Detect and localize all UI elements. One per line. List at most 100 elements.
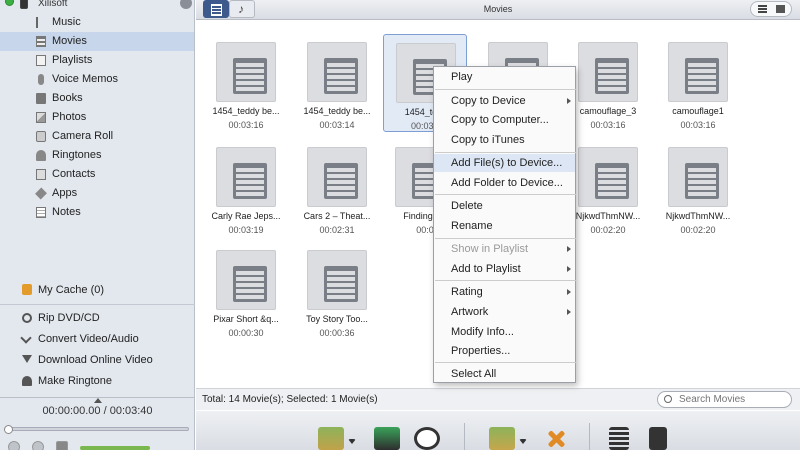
book-icon (36, 93, 46, 104)
sidebar-item-label: Camera Roll (52, 130, 114, 142)
collapse-up-icon (94, 398, 102, 403)
ringtone-bell-icon (22, 376, 32, 386)
movie-duration: 00:03:14 (319, 120, 355, 130)
make-ringtone-button[interactable]: Make Ringtone (0, 371, 195, 392)
menu-item-modify-info[interactable]: Modify Info... (434, 323, 575, 341)
movie-duration: 00:02:31 (319, 225, 355, 235)
sidebar-item-label: Notes (52, 206, 81, 218)
sidebar-item-movies[interactable]: Movies (0, 32, 194, 51)
movie-tile[interactable]: camouflage_3 00:03:16 (566, 34, 650, 132)
apps-icon (35, 187, 47, 200)
download-to-computer-icon[interactable] (374, 427, 400, 450)
movie-duration: 00:03:16 (680, 120, 716, 130)
menu-item-add-files-to-device[interactable]: Add File(s) to Device... (434, 154, 575, 172)
my-cache-item[interactable]: My Cache (0) (0, 279, 195, 301)
menu-item-rating[interactable]: Rating (434, 283, 575, 301)
movie-tile[interactable]: Carly Rae Jeps... 00:03:19 (204, 139, 288, 237)
menu-item-label: Properties... (451, 345, 511, 357)
submenu-arrow-icon (567, 289, 571, 295)
sidebar-item-label: Photos (52, 111, 87, 123)
movie-tile[interactable]: 1454_teddy be... 00:03:14 (295, 34, 379, 132)
rip-dvd-cd-button[interactable]: Rip DVD/CD (0, 308, 195, 329)
sidebar-item-apps[interactable]: Apps (0, 184, 194, 203)
tool-label: Convert Video/Audio (38, 333, 139, 345)
view-switcher (750, 1, 792, 17)
tool-label: Download Online Video (38, 354, 153, 366)
convert-dropdown-arrow-icon[interactable] (519, 439, 527, 444)
add-files-icon[interactable] (318, 427, 344, 450)
camera-icon (36, 131, 46, 142)
grid-view-icon[interactable] (776, 5, 785, 13)
sidebar-item-photos[interactable]: Photos (0, 108, 194, 127)
download-icon (22, 355, 32, 363)
device-name: Xilisoft (38, 0, 68, 9)
context-menu: Play Copy to Device Copy to Computer... … (433, 66, 576, 383)
playlist-icon (36, 55, 46, 66)
convert-icon[interactable] (489, 427, 515, 450)
search-input[interactable] (679, 393, 784, 406)
menu-item-add-to-playlist[interactable]: Add to Playlist (434, 260, 575, 278)
menu-item-select-all[interactable]: Select All (434, 365, 575, 383)
menu-item-copy-to-computer[interactable]: Copy to Computer... (434, 111, 575, 129)
movie-tile[interactable]: Toy Story Too... 00:00:36 (295, 242, 379, 340)
menu-item-artwork[interactable]: Artwork (434, 303, 575, 321)
sidebar-item-label: Playlists (52, 54, 93, 66)
menu-item-play[interactable]: Play (434, 68, 575, 86)
menu-item-properties[interactable]: Properties... (434, 342, 575, 360)
sidebar-item-contacts[interactable]: Contacts (0, 165, 194, 184)
sidebar-item-label: Voice Memos (52, 73, 119, 85)
stop-button-icon[interactable] (32, 441, 44, 450)
video-thumbnail-icon (307, 147, 367, 207)
sidebar-item-label: Music (52, 16, 81, 28)
menu-item-copy-to-itunes[interactable]: Copy to iTunes (434, 131, 575, 149)
search-box[interactable] (657, 391, 792, 408)
device-transfer-icon[interactable] (649, 427, 667, 450)
itunes-icon[interactable] (414, 427, 440, 450)
menu-separator (435, 89, 576, 90)
sidebar-item-music[interactable]: Music (0, 13, 194, 32)
menu-item-label: Add Folder to Device... (451, 177, 563, 189)
movie-tile[interactable]: Pixar Short &q... 00:00:30 (204, 242, 288, 340)
sidebar-item-label: Movies (52, 35, 87, 47)
sidebar-item-books[interactable]: Books (0, 89, 194, 108)
download-online-video-button[interactable]: Download Online Video (0, 350, 195, 371)
movie-tile[interactable]: camouflage1 00:03:16 (656, 34, 740, 132)
sidebar-item-notes[interactable]: Notes (0, 203, 194, 222)
add-dropdown-arrow-icon[interactable] (348, 439, 356, 444)
video-thumbnail-icon (216, 42, 276, 102)
movie-name: Toy Story Too... (306, 314, 368, 324)
device-header[interactable]: Xilisoft (0, 0, 194, 13)
convert-video-audio-button[interactable]: Convert Video/Audio (0, 329, 195, 350)
movie-tile[interactable]: Cars 2 – Theat... 00:02:31 (295, 139, 379, 237)
delete-icon[interactable] (543, 427, 569, 450)
playlist-export-icon[interactable] (609, 427, 629, 450)
menu-item-rename[interactable]: Rename (434, 217, 575, 235)
music-note-icon (36, 17, 46, 28)
list-view-icon[interactable] (758, 5, 767, 13)
volume-slider[interactable] (80, 446, 150, 450)
eject-icon[interactable] (180, 0, 192, 9)
menu-item-label: Show in Playlist (451, 243, 529, 255)
menu-item-delete[interactable]: Delete (434, 197, 575, 215)
sidebar-item-camera-roll[interactable]: Camera Roll (0, 127, 194, 146)
sidebar-item-voice-memos[interactable]: Voice Memos (0, 70, 194, 89)
movie-tile[interactable]: NjkwdThmNW... 00:02:20 (566, 139, 650, 237)
movie-tile[interactable]: 1454_teddy be... 00:03:16 (204, 34, 288, 132)
tool-label: Rip DVD/CD (38, 312, 100, 324)
cache-lock-icon (22, 284, 32, 295)
player-collapse-bar[interactable] (0, 397, 195, 405)
menu-item-label: Delete (451, 200, 483, 212)
seek-knob[interactable] (4, 425, 13, 434)
sidebar-item-playlists[interactable]: Playlists (0, 51, 194, 70)
play-button-icon[interactable] (8, 441, 20, 450)
menu-item-add-folder-to-device[interactable]: Add Folder to Device... (434, 174, 575, 192)
movie-duration: 00:03:16 (590, 120, 626, 130)
video-thumbnail-icon (668, 42, 728, 102)
movie-tile[interactable]: NjkwdThmNW... 00:02:20 (656, 139, 740, 237)
seek-slider[interactable] (4, 425, 189, 434)
status-text: Total: 14 Movie(s); Selected: 1 Movie(s) (202, 394, 378, 405)
submenu-arrow-icon (567, 98, 571, 104)
disc-icon (22, 313, 32, 323)
sidebar-item-ringtones[interactable]: Ringtones (0, 146, 194, 165)
menu-item-copy-to-device[interactable]: Copy to Device (434, 92, 575, 110)
